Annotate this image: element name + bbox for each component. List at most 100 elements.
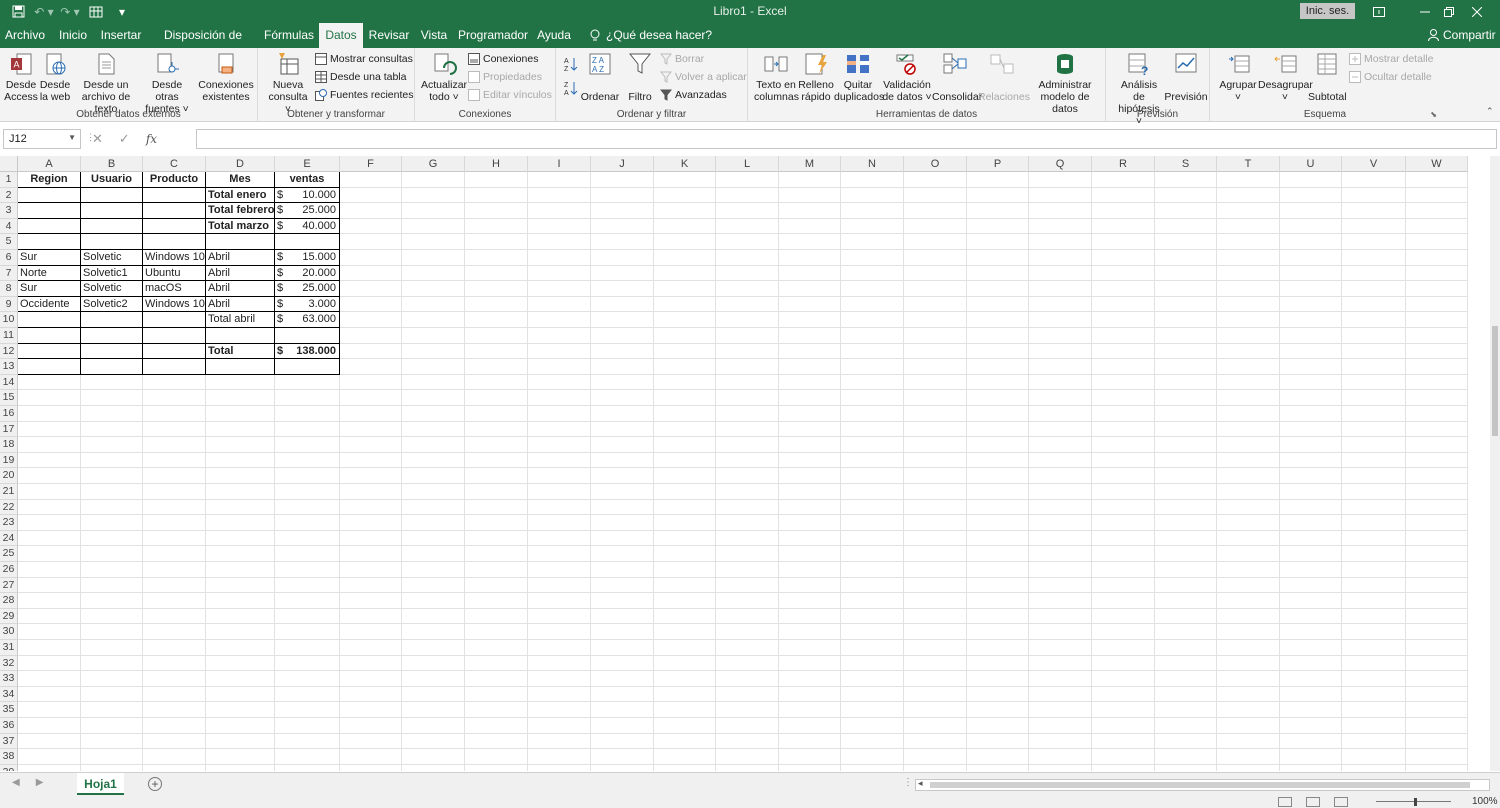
cell[interactable] xyxy=(340,296,402,313)
cell[interactable] xyxy=(402,546,465,562)
cell[interactable] xyxy=(654,593,716,609)
cell[interactable] xyxy=(904,374,967,391)
table-cell[interactable]: Norte xyxy=(18,265,81,282)
cell[interactable] xyxy=(465,421,528,438)
cell[interactable] xyxy=(528,281,591,297)
cell[interactable] xyxy=(402,250,465,266)
cell[interactable] xyxy=(841,718,904,734)
cell[interactable] xyxy=(967,187,1029,204)
cell[interactable] xyxy=(1280,484,1342,500)
cell[interactable] xyxy=(1155,655,1217,672)
cell[interactable] xyxy=(1155,406,1217,422)
cell[interactable] xyxy=(528,593,591,609)
cell[interactable] xyxy=(340,218,402,235)
cell[interactable] xyxy=(716,281,779,297)
cell[interactable] xyxy=(1217,562,1280,578)
cell[interactable] xyxy=(967,343,1029,360)
row-header[interactable]: 13 xyxy=(0,359,18,375)
cell[interactable] xyxy=(206,515,275,531)
cell[interactable] xyxy=(841,437,904,453)
cell[interactable] xyxy=(1092,234,1155,250)
tab-inicio[interactable]: Inicio xyxy=(55,23,91,48)
cell[interactable] xyxy=(1342,265,1406,282)
row-header[interactable]: 22 xyxy=(0,499,18,516)
table-cell[interactable]: Abril xyxy=(206,281,275,297)
cell[interactable] xyxy=(340,187,402,204)
table-header[interactable]: Region xyxy=(18,172,81,188)
tab-programador[interactable]: Programador xyxy=(458,23,528,48)
chevron-right-icon[interactable]: ▶ xyxy=(36,777,44,788)
cell[interactable] xyxy=(1155,359,1217,375)
cell[interactable] xyxy=(1406,172,1468,188)
cell[interactable] xyxy=(1280,499,1342,516)
sheet-tab-hoja1[interactable]: Hoja1 xyxy=(77,773,124,795)
cell[interactable] xyxy=(1029,421,1092,438)
cell[interactable] xyxy=(1406,265,1468,282)
tab-ayuda[interactable]: Ayuda xyxy=(534,23,574,48)
cell[interactable] xyxy=(465,702,528,718)
cell[interactable] xyxy=(591,281,654,297)
cell[interactable] xyxy=(904,250,967,266)
cell[interactable] xyxy=(1217,530,1280,547)
cell[interactable] xyxy=(1342,640,1406,656)
cell[interactable] xyxy=(1092,655,1155,672)
cell[interactable] xyxy=(1092,437,1155,453)
cell[interactable] xyxy=(904,281,967,297)
cell[interactable] xyxy=(143,390,206,406)
cell[interactable] xyxy=(275,437,340,453)
cell[interactable] xyxy=(1092,250,1155,266)
cell[interactable] xyxy=(528,733,591,750)
cell[interactable] xyxy=(1280,764,1342,771)
cell[interactable] xyxy=(81,421,143,438)
cell[interactable] xyxy=(1342,296,1406,313)
cell[interactable] xyxy=(206,608,275,625)
cell[interactable] xyxy=(779,172,841,188)
row-header[interactable]: 11 xyxy=(0,328,18,344)
cell[interactable] xyxy=(1217,234,1280,250)
desde-web-button[interactable]: Desde la web xyxy=(38,50,72,103)
cell[interactable] xyxy=(716,390,779,406)
cell[interactable] xyxy=(1280,562,1342,578)
cell[interactable] xyxy=(528,187,591,204)
actualizar-todo-button[interactable]: Actualizar todo ˅ xyxy=(420,50,468,103)
table-cell[interactable] xyxy=(18,328,81,344)
table-cell[interactable] xyxy=(275,328,340,344)
cell[interactable] xyxy=(779,281,841,297)
cell[interactable] xyxy=(465,218,528,235)
row-header[interactable]: 39 xyxy=(0,764,18,771)
cell[interactable] xyxy=(654,718,716,734)
cell[interactable] xyxy=(465,546,528,562)
cell[interactable] xyxy=(143,530,206,547)
cell[interactable] xyxy=(1342,250,1406,266)
cell[interactable] xyxy=(402,671,465,687)
table-header[interactable]: ventas xyxy=(275,172,340,188)
cell[interactable] xyxy=(1217,359,1280,375)
cell[interactable] xyxy=(1280,265,1342,282)
cell[interactable] xyxy=(206,546,275,562)
table-cell[interactable]: Total xyxy=(206,343,275,360)
cell[interactable] xyxy=(1280,686,1342,703)
cell[interactable] xyxy=(1155,312,1217,328)
cell[interactable] xyxy=(716,749,779,765)
cell[interactable] xyxy=(654,562,716,578)
cell[interactable] xyxy=(841,546,904,562)
cell[interactable] xyxy=(528,686,591,703)
zoom-level[interactable]: 100% xyxy=(1472,796,1498,807)
tab-archivo[interactable]: Archivo xyxy=(3,23,47,48)
cell[interactable] xyxy=(1342,530,1406,547)
cell[interactable] xyxy=(716,250,779,266)
cell[interactable] xyxy=(779,468,841,484)
cell[interactable] xyxy=(1092,499,1155,516)
cell[interactable] xyxy=(841,359,904,375)
cell[interactable] xyxy=(206,530,275,547)
cell[interactable] xyxy=(1342,749,1406,765)
cell[interactable] xyxy=(81,686,143,703)
cell[interactable] xyxy=(1029,640,1092,656)
cell[interactable] xyxy=(1217,593,1280,609)
column-header[interactable]: G xyxy=(402,156,465,172)
normal-view-icon[interactable] xyxy=(1278,797,1292,807)
cell[interactable] xyxy=(465,312,528,328)
cell[interactable] xyxy=(967,374,1029,391)
cell[interactable] xyxy=(716,640,779,656)
cell[interactable] xyxy=(1029,499,1092,516)
